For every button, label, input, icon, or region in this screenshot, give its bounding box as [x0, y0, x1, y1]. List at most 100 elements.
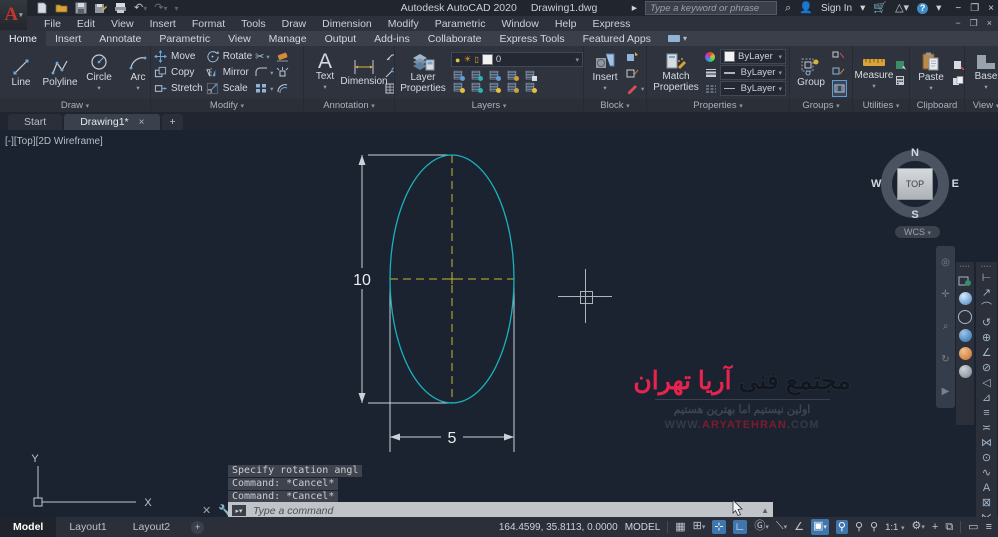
- fillet-button[interactable]: ▾: [255, 65, 273, 80]
- base-button[interactable]: Base ▾: [968, 52, 998, 94]
- open-file-icon[interactable]: [55, 2, 68, 14]
- sphere-orange-icon[interactable]: [958, 347, 972, 360]
- help-dropdown-icon[interactable]: ▾: [936, 2, 941, 14]
- command-input[interactable]: [251, 503, 757, 517]
- sign-in-button[interactable]: Sign In: [821, 3, 852, 14]
- color-dropdown[interactable]: ByLayer ▾: [720, 49, 786, 64]
- coordinates-readout[interactable]: 164.4599, 35.8113, 0.0000: [499, 522, 618, 533]
- group-edit-button[interactable]: [832, 64, 847, 79]
- tolerance-icon[interactable]: ∿: [982, 467, 991, 480]
- grid-toggle-icon[interactable]: ▦: [675, 520, 685, 534]
- lineweight-list-button[interactable]: [705, 65, 717, 80]
- copy-button[interactable]: Copy: [154, 65, 203, 80]
- dim-space-icon[interactable]: ⋈: [981, 437, 992, 450]
- ribbon-tab-collaborate[interactable]: Collaborate: [419, 31, 491, 46]
- model-space-button[interactable]: MODEL: [625, 522, 661, 533]
- ribbon-tab-featured-apps[interactable]: Featured Apps: [574, 31, 660, 46]
- layer-dropdown[interactable]: ● ☀ ▯ 0 ▾: [451, 52, 583, 67]
- tab-layout1[interactable]: Layout1: [56, 517, 119, 537]
- match-properties-button[interactable]: Match Properties: [650, 52, 702, 94]
- command-expand-icon[interactable]: ▲: [761, 506, 769, 515]
- ribbon-display-toggle[interactable]: ▾: [667, 31, 687, 46]
- insert-button[interactable]: Insert ▾: [587, 51, 623, 95]
- move-button[interactable]: Move: [154, 49, 203, 64]
- leader-button[interactable]: ▾: [385, 49, 394, 64]
- trim-button[interactable]: ✂ ▾: [255, 49, 273, 64]
- erase-button[interactable]: [276, 49, 289, 64]
- shaded-view-icon[interactable]: [958, 292, 972, 305]
- clean-screen-icon[interactable]: ▭: [968, 520, 978, 534]
- circle-button[interactable]: Circle ▾: [81, 51, 117, 95]
- isolate-objects-icon[interactable]: ⧉: [945, 520, 953, 534]
- ribbon-tab-express-tools[interactable]: Express Tools: [490, 31, 573, 46]
- close-tab-icon[interactable]: ×: [139, 117, 145, 128]
- navigation-bar[interactable]: ◎ ✛ ⌕ ↻ ▶: [936, 246, 955, 408]
- group-button[interactable]: Group: [793, 56, 829, 89]
- multileader-button[interactable]: ▾: [385, 65, 394, 80]
- layer-unisolate-icon[interactable]: ▤: [469, 70, 483, 81]
- diameter-icon[interactable]: ⊘: [982, 362, 991, 375]
- workspace-gear-icon[interactable]: ⚙▾: [911, 519, 924, 535]
- close-button[interactable]: ×: [988, 3, 994, 14]
- dim-break-icon[interactable]: ⊙: [982, 452, 991, 465]
- rotate-button[interactable]: Rotate: [206, 49, 252, 64]
- dimension-button[interactable]: Dimension: [340, 57, 388, 88]
- explode-button[interactable]: [276, 65, 289, 80]
- command-line[interactable]: ▸▾ ▲: [228, 502, 773, 517]
- layer-lock-icon[interactable]: ▤: [505, 70, 519, 81]
- minimize-button[interactable]: −: [955, 3, 961, 14]
- menu-edit[interactable]: Edit: [69, 18, 103, 30]
- layer-isolate-icon[interactable]: ▤: [451, 70, 465, 81]
- pan-icon[interactable]: ✛: [941, 289, 949, 300]
- arc-button[interactable]: Arc ▾: [120, 51, 150, 95]
- ribbon-tab-annotate[interactable]: Annotate: [90, 31, 150, 46]
- linetype-list-button[interactable]: [705, 81, 717, 96]
- annotation-scale-icon[interactable]: ⚲: [870, 520, 878, 534]
- quick-dim-icon[interactable]: ⊿: [982, 392, 991, 405]
- save-as-icon[interactable]: [94, 2, 107, 14]
- command-menu-icon[interactable]: ▸▾: [232, 505, 246, 516]
- new-drawing-tab-button[interactable]: +: [162, 114, 183, 130]
- annotation-visibility-icon[interactable]: ⚲: [835, 520, 848, 534]
- showmotion-icon[interactable]: ▶: [942, 386, 950, 397]
- edit-block-button[interactable]: [626, 65, 644, 80]
- menu-help[interactable]: Help: [547, 18, 585, 30]
- panel-label-modify[interactable]: Modify ▾: [151, 99, 303, 112]
- panel-label-clipboard[interactable]: Clipboard: [910, 99, 964, 112]
- orbit-icon[interactable]: ↻: [941, 354, 949, 365]
- menu-file[interactable]: File: [36, 18, 69, 30]
- object-snap-icon[interactable]: ▣▾: [811, 519, 829, 535]
- search-arrow-icon[interactable]: ▸: [632, 2, 637, 14]
- linetype-dropdown[interactable]: ByLayer ▾: [720, 81, 786, 96]
- doc-restore-button[interactable]: ❐: [970, 18, 978, 29]
- menu-view[interactable]: View: [103, 18, 142, 30]
- layer-freeze-icon[interactable]: ▤: [487, 70, 501, 81]
- paste-button[interactable]: Paste ▾: [913, 51, 949, 95]
- tab-layout2[interactable]: Layout2: [120, 517, 183, 537]
- panel-label-properties[interactable]: Properties ▾: [647, 99, 789, 112]
- center-lines[interactable]: [390, 155, 514, 403]
- measure-button[interactable]: Measure ▾: [855, 53, 893, 93]
- dim-edit-icon[interactable]: ⊠: [982, 497, 991, 510]
- undo-icon[interactable]: ↶▾: [134, 2, 147, 15]
- save-icon[interactable]: [75, 2, 87, 14]
- viewcube-south[interactable]: S: [911, 209, 918, 221]
- panel-label-groups[interactable]: Groups ▾: [790, 99, 852, 112]
- ribbon-tab-home[interactable]: Home: [0, 31, 47, 46]
- app-menu-button[interactable]: A ▾: [0, 0, 27, 30]
- viewcube-east[interactable]: E: [952, 178, 959, 190]
- viewcube-top-face[interactable]: TOP: [897, 168, 933, 200]
- edit-attributes-button[interactable]: ▾: [626, 81, 644, 96]
- doc-close-button[interactable]: ×: [987, 18, 992, 29]
- menu-window[interactable]: Window: [493, 18, 546, 30]
- snap-toggle-icon[interactable]: ⊞▾: [693, 519, 706, 535]
- panel-label-layers[interactable]: Layers ▾: [395, 99, 583, 112]
- osnap-tracking-icon[interactable]: ∠: [794, 520, 804, 534]
- ungroup-button[interactable]: [832, 48, 847, 63]
- angular-icon[interactable]: ◁: [982, 377, 990, 390]
- arc-length-icon[interactable]: ⌒: [981, 302, 992, 315]
- ribbon-tab-manage[interactable]: Manage: [260, 31, 316, 46]
- menu-format[interactable]: Format: [184, 18, 233, 30]
- menu-draw[interactable]: Draw: [274, 18, 315, 30]
- ribbon-tab-parametric[interactable]: Parametric: [150, 31, 219, 46]
